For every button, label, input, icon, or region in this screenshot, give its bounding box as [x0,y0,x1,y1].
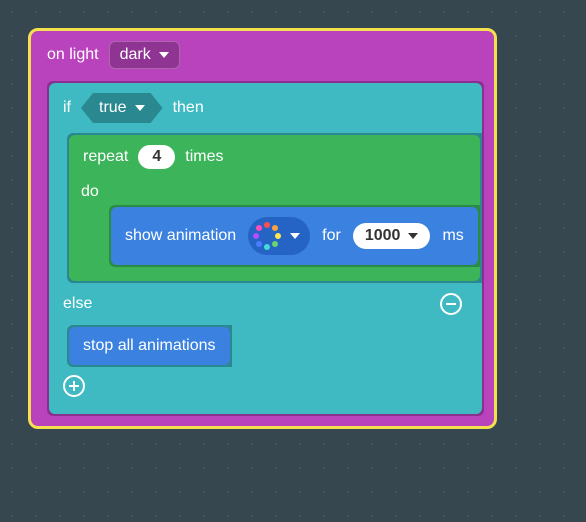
if-footer [49,367,482,414]
duration-value: 1000 [365,227,401,245]
show-animation-label: show animation [125,227,236,245]
light-condition-value: dark [120,46,151,64]
repeat-footer [69,267,480,281]
boolean-value: true [99,99,127,117]
else-body-slot: stop all animations [67,325,232,367]
chevron-down-icon [135,105,145,111]
event-body-slot: if true then repeat 4 times do [47,81,484,416]
chevron-down-icon [408,233,418,239]
show-animation-block[interactable]: show animation for 1000 ms [111,207,478,265]
plus-icon[interactable] [63,375,85,397]
rainbow-icon [252,221,282,251]
repeat-count-input[interactable]: 4 [138,145,175,169]
if-header: if true then [49,83,482,133]
repeat-prefix-label: repeat [83,148,128,166]
then-label: then [173,99,204,117]
repeat-block[interactable]: repeat 4 times do show animation for [69,135,480,281]
for-label: for [322,227,341,245]
else-header: else [49,283,482,325]
minus-icon[interactable] [440,293,462,315]
do-label: do [69,179,480,205]
repeat-header: repeat 4 times [69,135,480,179]
stop-animations-label: stop all animations [83,337,216,355]
animation-dropdown[interactable] [248,217,310,255]
duration-dropdown[interactable]: 1000 [353,223,431,249]
if-label: if [63,99,71,117]
unit-label: ms [442,227,463,245]
if-body-slot: repeat 4 times do show animation for [67,133,482,283]
event-on-light[interactable]: on light dark if true then repeat 4 [28,28,497,429]
repeat-suffix-label: times [185,148,223,166]
boolean-dropdown[interactable]: true [81,93,163,123]
chevron-down-icon [290,233,300,239]
event-prefix-label: on light [47,46,99,64]
stop-animations-block[interactable]: stop all animations [69,327,230,365]
chevron-down-icon [159,52,169,58]
repeat-body-slot: show animation for 1000 ms [109,205,480,267]
if-else-block[interactable]: if true then repeat 4 times do [49,83,482,414]
light-condition-dropdown[interactable]: dark [109,41,180,69]
event-header: on light dark [31,31,494,81]
else-label: else [63,295,92,313]
